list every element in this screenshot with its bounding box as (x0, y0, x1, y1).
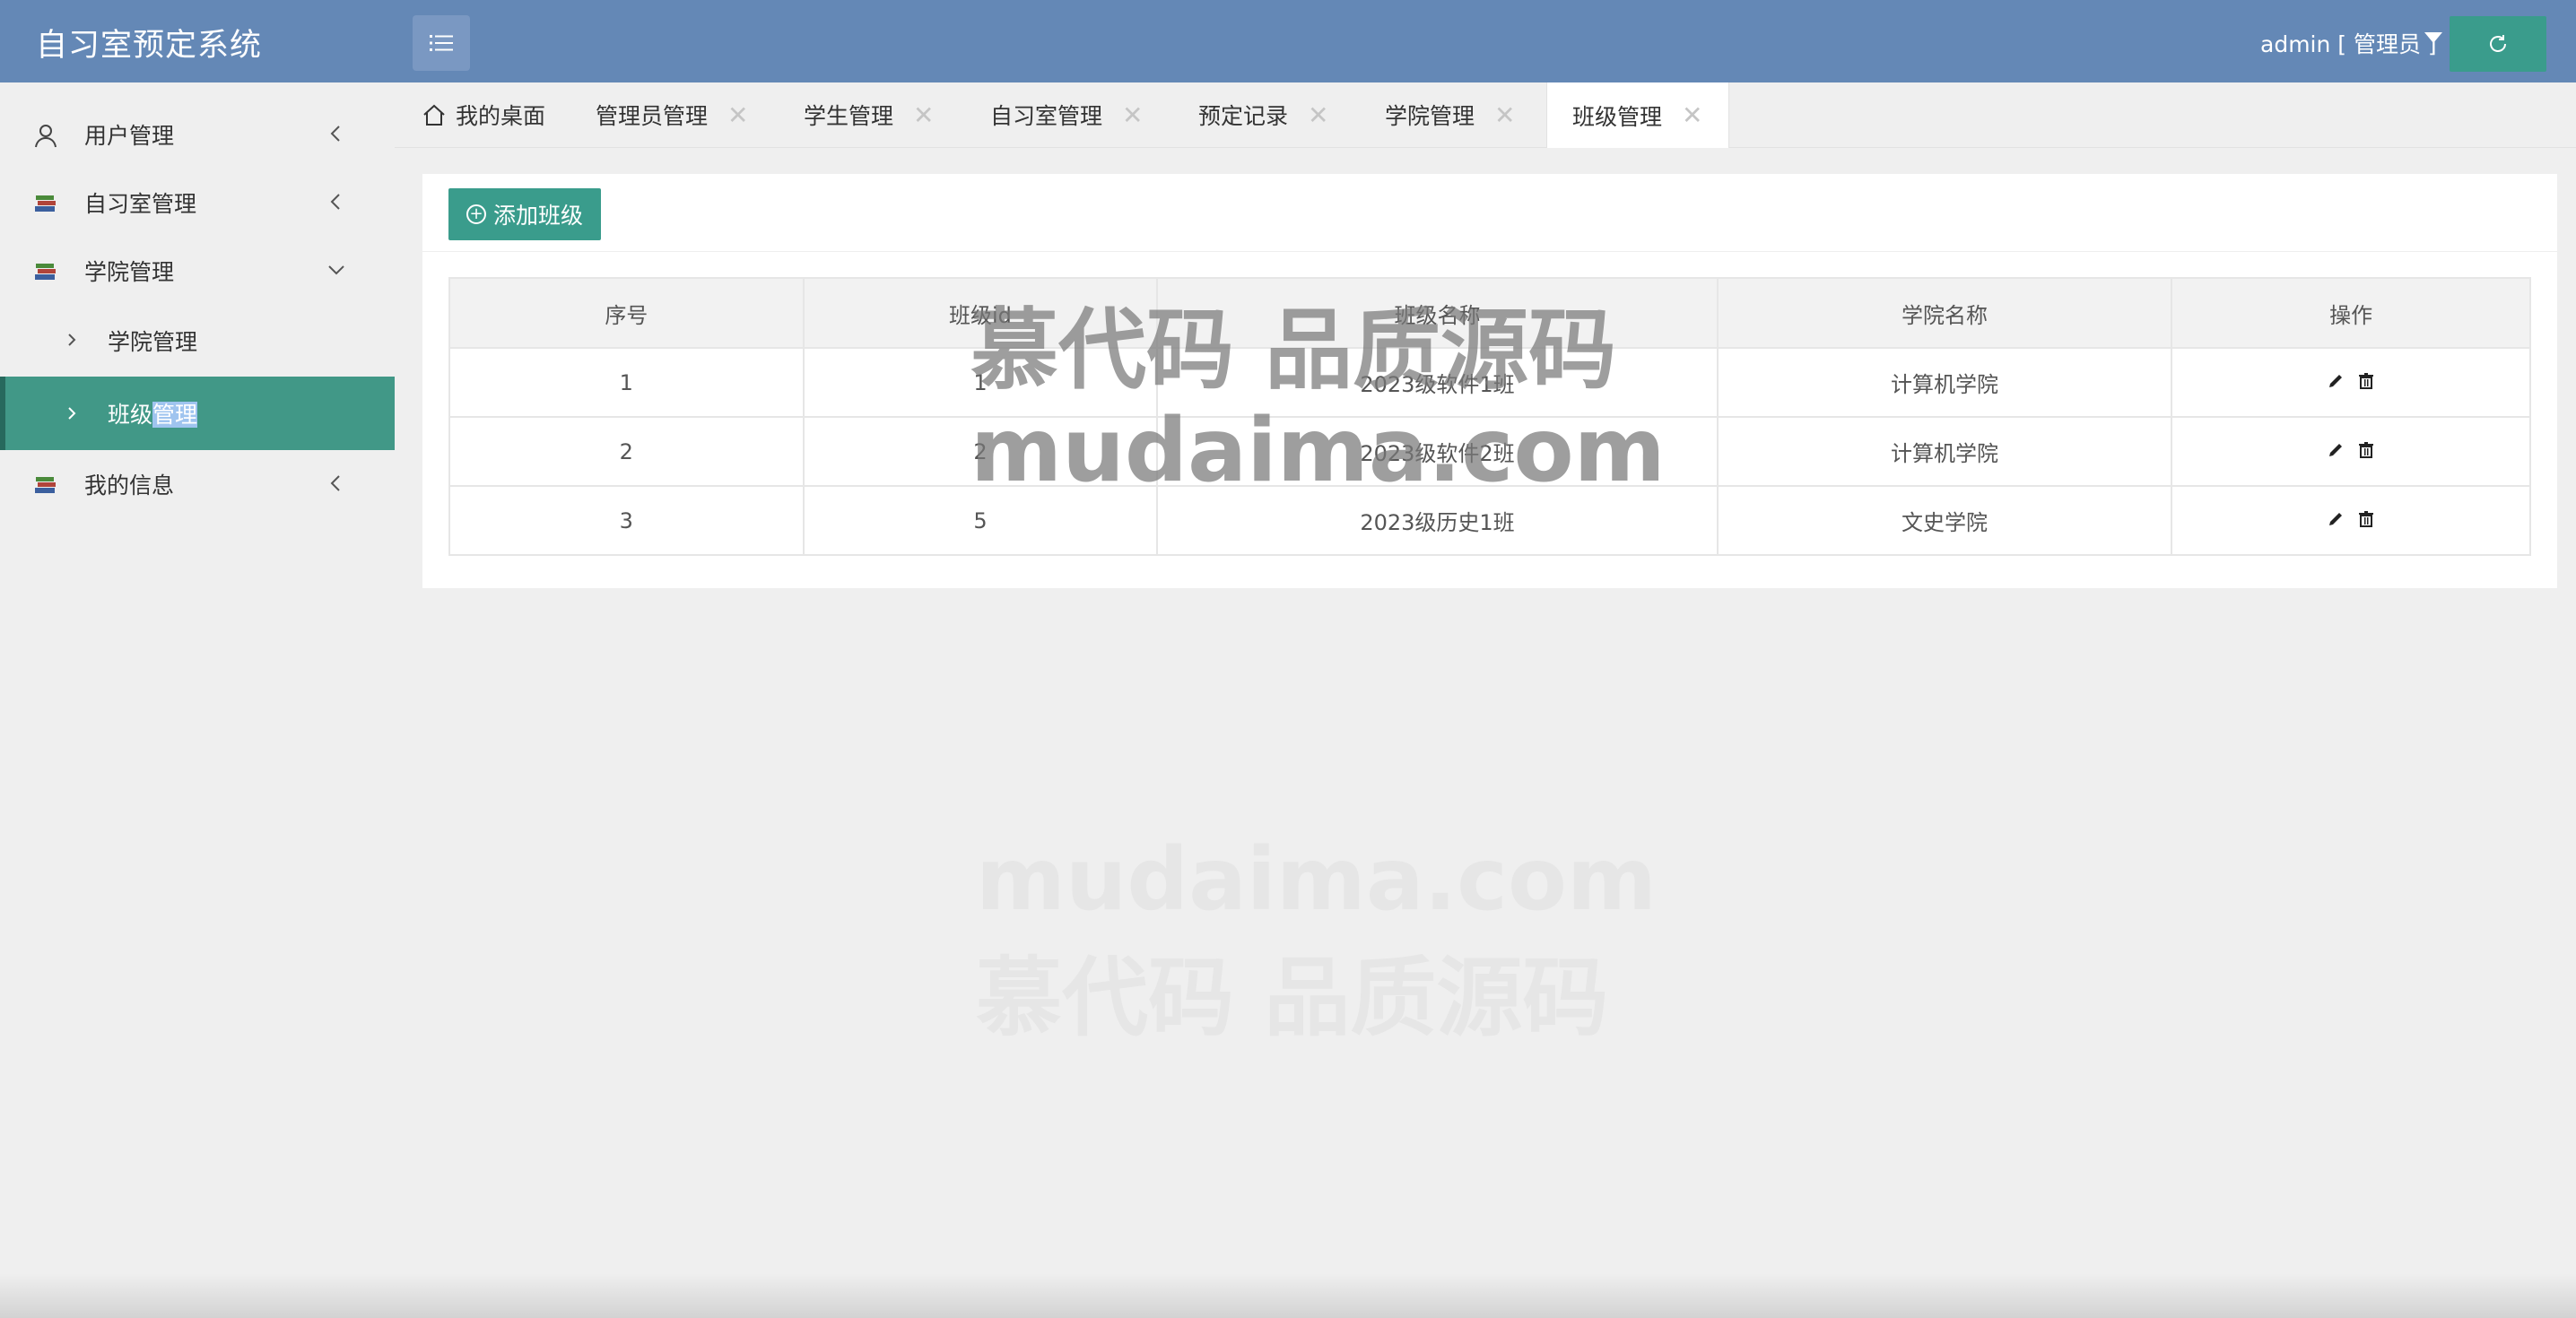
tab-admin-management[interactable]: 管理员管理 ✕ (596, 82, 748, 147)
divider (422, 251, 2557, 252)
close-icon[interactable]: ✕ (1494, 100, 1515, 130)
watermark-text: 慕代码 品质源码 (970, 299, 1617, 402)
sidebar-item-my-info[interactable]: 我的信息 (0, 450, 395, 518)
sidebar-subitem-class-management[interactable]: 班级管理 (0, 377, 395, 450)
cell-college-name: 文史学院 (1716, 485, 2173, 556)
close-icon[interactable]: ✕ (1308, 100, 1328, 130)
sidebar-item-label: 自习室管理 (84, 191, 197, 217)
refresh-icon (2490, 35, 2506, 52)
close-icon[interactable]: ✕ (727, 100, 748, 130)
trash-icon[interactable] (2357, 510, 2375, 528)
tab-label: 班级管理 (1572, 103, 1663, 130)
watermark-faint-text: 慕代码 品质源码 (976, 928, 1608, 1053)
cell-index: 2 (448, 416, 805, 487)
tab-college-management[interactable]: 学院管理 ✕ (1385, 82, 1515, 147)
tab-label: 管理员管理 (596, 103, 709, 129)
books-icon (35, 195, 56, 212)
sidebar-item-label: 我的信息 (84, 473, 175, 499)
menu-toggle-button[interactable] (413, 15, 470, 71)
tab-label: 预定记录 (1198, 103, 1289, 129)
chevron-left-icon (330, 194, 340, 210)
chevron-left-icon (330, 126, 340, 142)
app-title: 自习室预定系统 (36, 28, 263, 64)
tab-bar: 我的桌面 管理员管理 ✕ 学生管理 ✕ 自习室管理 ✕ 预定记录 ✕ 学院管理 ✕ 班级管… (395, 82, 2576, 148)
user-icon (35, 125, 57, 148)
home-icon (423, 104, 445, 126)
edit-icon[interactable] (2327, 372, 2345, 390)
tab-label: 自习室管理 (990, 103, 1103, 129)
cell-actions (2171, 416, 2531, 487)
tab-booking-records[interactable]: 预定记录 ✕ (1198, 82, 1328, 147)
tab-my-desktop[interactable]: 我的桌面 (422, 82, 545, 147)
top-header: 自习室预定系统 admin [ 管理员 ] (0, 0, 2576, 82)
list-icon (430, 35, 453, 51)
cell-index: 3 (448, 485, 805, 556)
chevron-down-icon (328, 265, 344, 275)
cell-actions (2171, 347, 2531, 418)
chevron-left-icon (330, 475, 340, 491)
close-icon[interactable]: ✕ (1122, 100, 1143, 130)
refresh-button[interactable] (2450, 16, 2546, 72)
sidebar-item-college-management[interactable]: 学院管理 (0, 237, 395, 305)
chevron-right-icon (68, 407, 76, 420)
edit-icon[interactable] (2327, 441, 2345, 459)
sidebar-item-label: 用户管理 (84, 123, 175, 149)
trash-icon[interactable] (2357, 372, 2375, 390)
close-icon[interactable]: ✕ (1682, 100, 1702, 130)
column-header: 学院名称 (1716, 277, 2173, 349)
label-plain: 班级 (108, 402, 153, 428)
books-icon (35, 264, 56, 280)
cell-actions (2171, 485, 2531, 556)
plus-circle-icon: + (466, 204, 486, 224)
watermark-faint-text: mudaima.com (976, 829, 1657, 930)
sidebar-item-room-management[interactable]: 自习室管理 (0, 169, 395, 237)
sidebar-subitem-college-management[interactable]: 学院管理 (0, 307, 395, 375)
tab-room-management[interactable]: 自习室管理 ✕ (990, 82, 1143, 147)
sidebar-item-user-management[interactable]: 用户管理 (0, 100, 395, 169)
books-icon (35, 477, 56, 493)
trash-icon[interactable] (2357, 441, 2375, 459)
cell-college-name: 计算机学院 (1716, 416, 2173, 487)
user-menu[interactable]: admin [ 管理员 ] (2260, 27, 2437, 59)
tab-label: 学院管理 (1385, 103, 1475, 129)
watermark-text: mudaima.com (970, 400, 1666, 502)
caret-down-icon[interactable] (2424, 32, 2442, 43)
add-class-label: 添加班级 (492, 203, 583, 229)
tab-label: 学生管理 (804, 103, 894, 129)
chevron-right-icon (68, 334, 76, 346)
sidebar-item-label: 学院管理 (84, 259, 175, 285)
sidebar: 用户管理 自习室管理 学院管理 学院管理 班级管理 我的信息 (0, 82, 395, 1318)
column-header: 序号 (448, 277, 805, 349)
close-icon[interactable]: ✕ (913, 100, 934, 130)
column-header: 操作 (2171, 277, 2531, 349)
sidebar-item-label: 学院管理 (108, 329, 198, 355)
cell-index: 1 (448, 347, 805, 418)
tab-class-management[interactable]: 班级管理 ✕ (1546, 82, 1729, 148)
tab-label: 我的桌面 (456, 103, 546, 129)
edit-icon[interactable] (2327, 510, 2345, 528)
label-selected-text: 管理 (152, 402, 198, 428)
cell-college-name: 计算机学院 (1716, 347, 2173, 418)
bottom-shadow (0, 1273, 2576, 1318)
add-class-button[interactable]: + 添加班级 (448, 188, 601, 240)
sidebar-item-label: 班级管理 (108, 397, 198, 429)
tab-student-management[interactable]: 学生管理 ✕ (804, 82, 934, 147)
